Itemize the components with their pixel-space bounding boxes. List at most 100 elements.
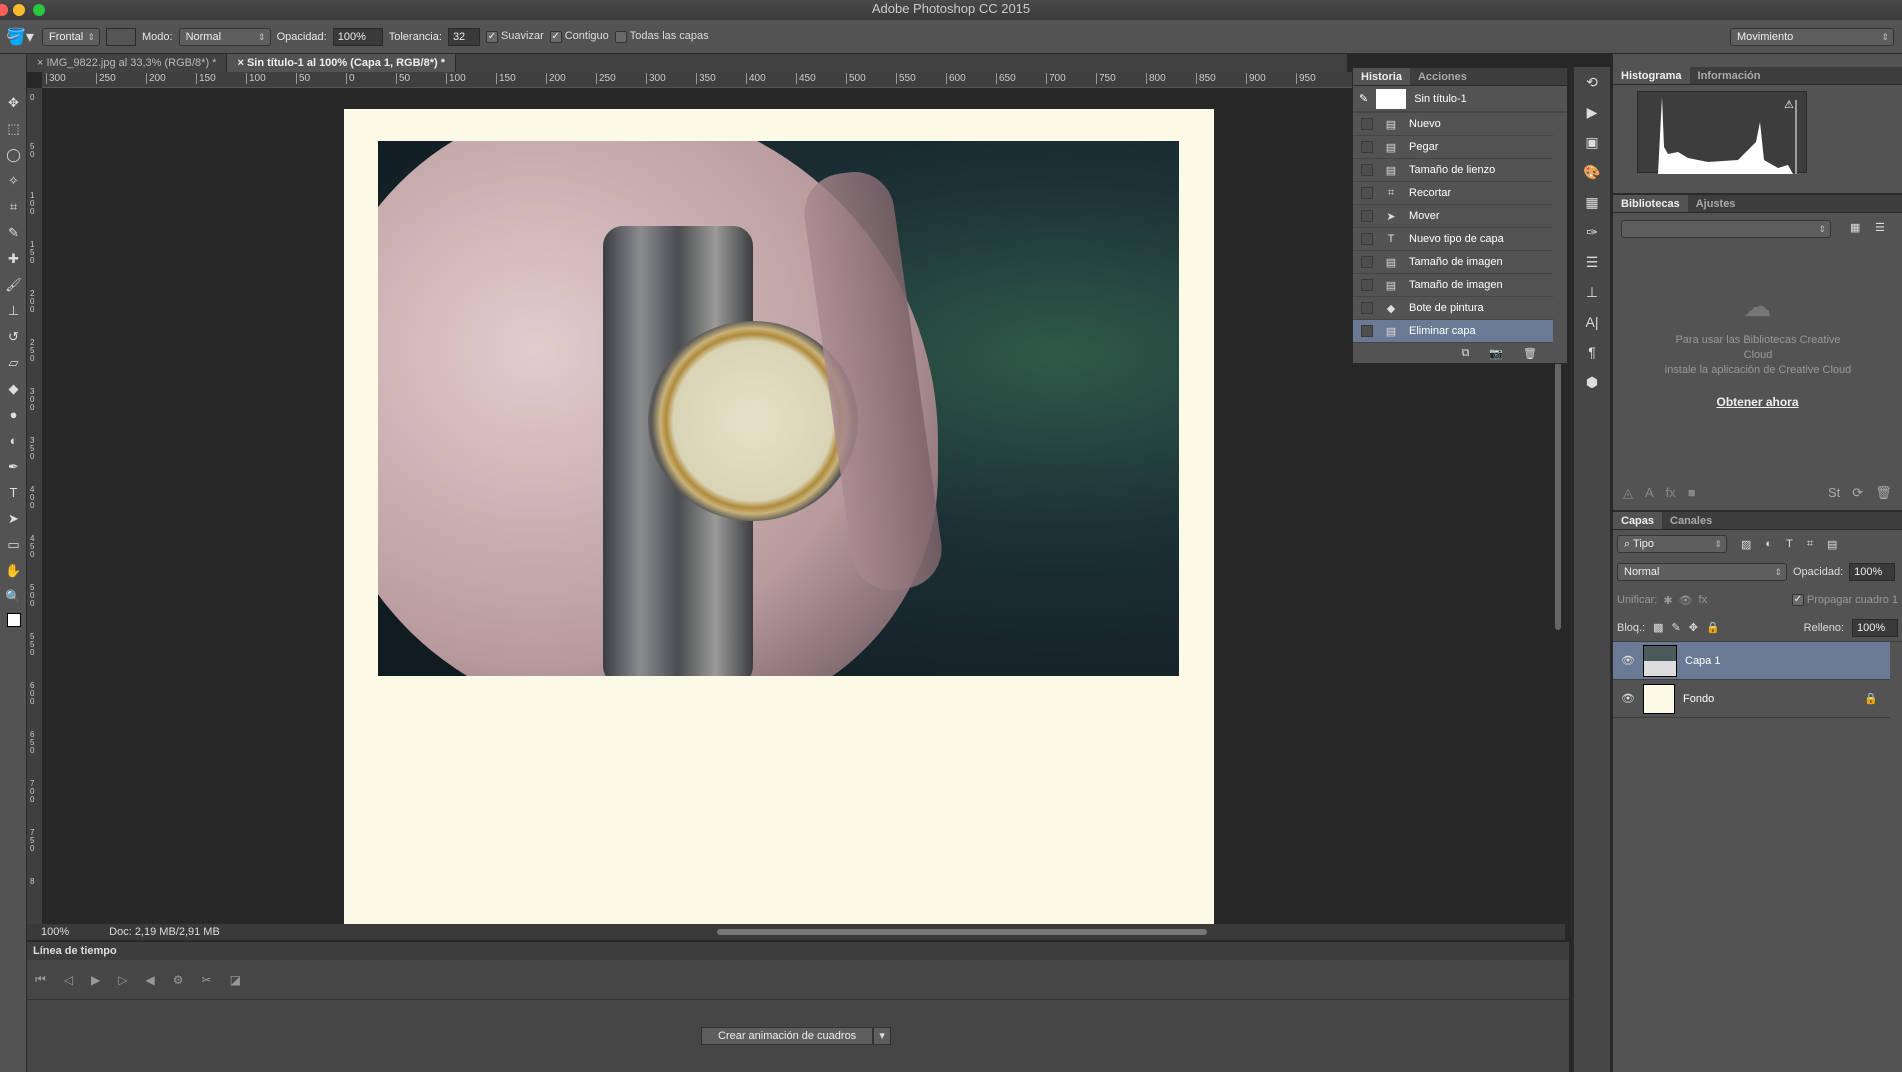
propagate-frame-checkbox[interactable]: ✓ Propagar cuadro 1 bbox=[1791, 594, 1902, 607]
healing-tool-icon[interactable]: ✚ bbox=[0, 246, 27, 272]
tab-informacion[interactable]: Información bbox=[1690, 67, 1769, 84]
visibility-eye-icon[interactable]: 👁 bbox=[1613, 654, 1643, 667]
filter-pixel-icon[interactable]: ▨ bbox=[1741, 538, 1751, 551]
add-layer-style-icon[interactable]: fx bbox=[1666, 485, 1676, 501]
history-checkbox[interactable] bbox=[1361, 210, 1373, 222]
paragraph-icon[interactable]: ¶ bbox=[1574, 337, 1610, 367]
filter-adjustment-icon[interactable]: ◐ bbox=[1765, 538, 1772, 550]
horizontal-scrollbar[interactable] bbox=[717, 929, 1207, 935]
chevron-down-icon[interactable]: ▾ bbox=[873, 1027, 892, 1045]
visibility-eye-icon[interactable]: 👁 bbox=[1613, 692, 1643, 705]
pen-tool-icon[interactable]: ✒ bbox=[0, 454, 27, 480]
new-document-from-state-icon[interactable]: ⧉ bbox=[1461, 347, 1469, 360]
blur-tool-icon[interactable]: ● bbox=[0, 402, 27, 428]
marquee-tool-icon[interactable]: ⬚ bbox=[0, 116, 27, 142]
camera-icon[interactable]: 📷 bbox=[1489, 347, 1503, 360]
brushes-icon[interactable]: ✑ bbox=[1574, 217, 1610, 247]
layer-row-fondo[interactable]: 👁 Fondo 🔒 bbox=[1613, 680, 1890, 718]
filter-type-icon[interactable]: T bbox=[1786, 538, 1793, 550]
tab-img-9822[interactable]: × IMG_9822.jpg al 33,3% (RGB/8*) * bbox=[27, 54, 228, 72]
play-icon[interactable]: ▶ bbox=[91, 973, 100, 987]
history-item[interactable]: ▤ Tamaño de imagen bbox=[1353, 251, 1553, 274]
all-layers-checkbox[interactable]: Todas las capas bbox=[614, 30, 709, 43]
history-item[interactable]: ◆ Bote de pintura bbox=[1353, 297, 1553, 320]
history-checkbox[interactable] bbox=[1361, 302, 1373, 314]
eyedropper-tool-icon[interactable]: ✎ bbox=[0, 220, 27, 246]
history-checkbox[interactable] bbox=[1361, 325, 1373, 337]
fill-source-select[interactable]: Frontal bbox=[42, 27, 100, 46]
clone-source-icon[interactable]: ⊥ bbox=[1574, 277, 1610, 307]
character-icon[interactable]: A| bbox=[1574, 307, 1610, 337]
path-selection-tool-icon[interactable]: ➤ bbox=[0, 506, 27, 532]
history-panel-icon[interactable]: ⟲ bbox=[1574, 67, 1610, 97]
previous-frame-icon[interactable]: ◁ bbox=[64, 973, 73, 987]
actions-play-icon[interactable]: ▶ bbox=[1574, 97, 1610, 127]
unify-style-icon[interactable]: fx bbox=[1699, 594, 1708, 606]
tab-ajustes[interactable]: Ajustes bbox=[1688, 195, 1744, 212]
filter-smart-object-icon[interactable]: ▤ bbox=[1827, 538, 1837, 551]
history-checkbox[interactable] bbox=[1361, 279, 1373, 291]
swatches-palette-icon[interactable]: 🎨 bbox=[1574, 157, 1610, 187]
add-graphic-icon[interactable]: ◬ bbox=[1623, 485, 1633, 501]
library-select[interactable] bbox=[1621, 220, 1831, 238]
move-tool-icon[interactable]: ✥ bbox=[0, 90, 27, 116]
history-item[interactable]: ▤ Tamaño de imagen bbox=[1353, 274, 1553, 297]
type-tool-icon[interactable]: T bbox=[0, 480, 27, 506]
paint-bucket-tool-icon[interactable]: ◆ bbox=[0, 376, 27, 402]
history-checkbox[interactable] bbox=[1361, 256, 1373, 268]
magic-wand-tool-icon[interactable]: ✧ bbox=[0, 168, 27, 194]
hand-tool-icon[interactable]: ✋ bbox=[0, 558, 27, 584]
blend-mode-select[interactable]: Normal bbox=[1617, 563, 1787, 581]
grid-view-icon[interactable]: ▦ bbox=[1850, 221, 1860, 234]
unify-visibility-icon[interactable]: 👁 bbox=[1679, 594, 1693, 607]
history-snapshot[interactable]: ✎ Sin título-1 bbox=[1353, 86, 1567, 113]
close-window-button[interactable] bbox=[0, 4, 8, 16]
unify-position-icon[interactable]: ✱ bbox=[1663, 594, 1672, 607]
tab-acciones[interactable]: Acciones bbox=[1410, 68, 1475, 85]
eraser-tool-icon[interactable]: ▱ bbox=[0, 350, 27, 376]
workspace-select[interactable]: Movimiento bbox=[1730, 27, 1894, 46]
history-item[interactable]: ▤ Nuevo bbox=[1353, 113, 1553, 136]
history-item[interactable]: ➤ Mover bbox=[1353, 205, 1553, 228]
stock-icon[interactable]: St bbox=[1828, 485, 1840, 501]
maximize-window-button[interactable] bbox=[33, 4, 45, 16]
lock-transparency-icon[interactable]: ▩ bbox=[1653, 621, 1663, 634]
filter-shape-icon[interactable]: ⌗ bbox=[1807, 538, 1813, 551]
lock-position-icon[interactable]: ✥ bbox=[1689, 621, 1698, 634]
library-trash-icon[interactable]: 🗑 bbox=[1875, 485, 1892, 501]
history-checkbox[interactable] bbox=[1361, 164, 1373, 176]
tab-histograma[interactable]: Histograma bbox=[1613, 67, 1690, 84]
opacity-input[interactable]: 100% bbox=[332, 27, 383, 46]
pattern-picker[interactable] bbox=[106, 27, 136, 46]
color-swatches[interactable] bbox=[0, 610, 27, 636]
lock-all-icon[interactable]: 🔒 bbox=[1706, 621, 1720, 634]
tab-canales[interactable]: Canales bbox=[1662, 512, 1720, 529]
brush-presets-icon[interactable]: ☰ bbox=[1574, 247, 1610, 277]
list-view-icon[interactable]: ☰ bbox=[1875, 221, 1885, 234]
tolerance-input[interactable]: 32 bbox=[447, 27, 480, 46]
history-item[interactable]: T Nuevo tipo de capa bbox=[1353, 228, 1553, 251]
zoom-level[interactable]: 100% bbox=[41, 924, 69, 940]
shape-tool-icon[interactable]: ▭ bbox=[0, 532, 27, 558]
layer-opacity-input[interactable]: 100% bbox=[1849, 563, 1896, 581]
tab-bibliotecas[interactable]: Bibliotecas bbox=[1613, 195, 1688, 212]
properties-icon[interactable]: ▣ bbox=[1574, 127, 1610, 157]
tab-historia[interactable]: Historia bbox=[1353, 68, 1410, 85]
3d-icon[interactable]: ⬢ bbox=[1574, 367, 1610, 397]
next-frame-icon[interactable]: ▷ bbox=[118, 973, 127, 987]
vertical-scrollbar[interactable] bbox=[1555, 340, 1561, 630]
add-character-style-icon[interactable]: A bbox=[1645, 485, 1654, 501]
paint-bucket-icon[interactable]: 🪣▾ bbox=[6, 27, 36, 47]
add-color-icon[interactable]: ■ bbox=[1688, 485, 1696, 501]
history-item[interactable]: ⌗ Recortar bbox=[1353, 182, 1553, 205]
history-checkbox[interactable] bbox=[1361, 141, 1373, 153]
tab-capas[interactable]: Capas bbox=[1613, 512, 1663, 529]
history-checkbox[interactable] bbox=[1361, 233, 1373, 245]
audio-icon[interactable]: ◀ bbox=[146, 973, 155, 987]
sync-icon[interactable]: ⟳ bbox=[1852, 485, 1863, 501]
layer-filter-select[interactable]: ⌕ Tipo bbox=[1617, 535, 1727, 553]
minimize-window-button[interactable] bbox=[13, 4, 25, 16]
antialias-checkbox[interactable]: ✓ Suavizar bbox=[485, 30, 544, 43]
history-item[interactable]: ▤ Pegar bbox=[1353, 136, 1553, 159]
contiguous-checkbox[interactable]: ✓ Contiguo bbox=[549, 30, 609, 43]
